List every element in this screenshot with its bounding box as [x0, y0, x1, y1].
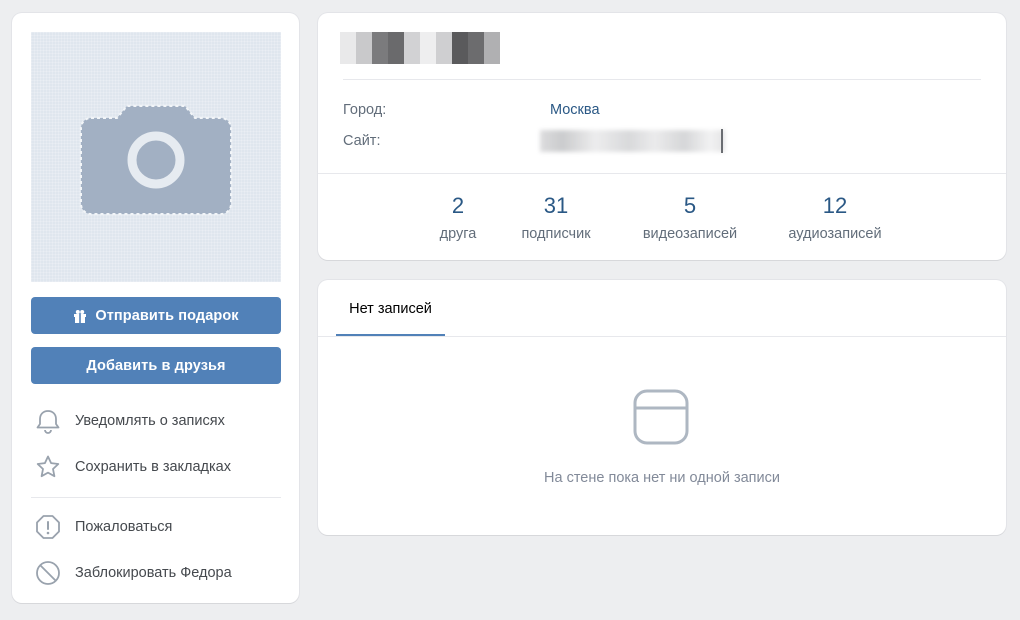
block-icon: [36, 561, 60, 585]
sidebar-divider: [31, 497, 281, 498]
report-action[interactable]: Пожаловаться: [31, 511, 281, 543]
avatar[interactable]: [31, 32, 281, 282]
videos-counter[interactable]: 5 видеозаписей: [628, 193, 752, 242]
profile-name-redacted: [340, 32, 500, 64]
friends-counter[interactable]: 2 друга: [428, 193, 488, 242]
followers-counter[interactable]: 31 подписчик: [509, 193, 603, 242]
star-icon: [36, 455, 60, 478]
alert-icon: [36, 515, 60, 539]
report-label: Пожаловаться: [75, 519, 173, 535]
block-user-action[interactable]: Заблокировать Федора: [31, 557, 281, 589]
profile-sidebar-card: Отправить подарок Добавить в друзья Увед…: [12, 13, 299, 603]
empty-wall-message: На стене пока нет ни одной записи: [544, 470, 780, 486]
text-cursor: [721, 129, 723, 153]
gift-icon: [74, 309, 87, 323]
followers-count: 31: [543, 193, 569, 218]
city-label: Город:: [343, 102, 387, 118]
wall-divider: [318, 336, 1006, 337]
site-label: Сайт:: [343, 133, 381, 149]
videos-caption: видеозаписей: [642, 226, 738, 242]
bell-icon: [36, 410, 60, 434]
tab-no-posts-label: Нет записей: [349, 300, 432, 317]
followers-caption: подписчик: [521, 226, 591, 242]
audios-counter[interactable]: 12 аудиозаписей: [776, 193, 894, 242]
profile-page: Отправить подарок Добавить в друзья Увед…: [0, 0, 1020, 620]
friends-caption: друга: [439, 226, 477, 242]
send-gift-button[interactable]: Отправить подарок: [31, 297, 281, 334]
tab-active-indicator: [336, 334, 445, 336]
site-link-redacted[interactable]: [540, 130, 725, 152]
notify-posts-label: Уведомлять о записях: [75, 413, 225, 429]
camera-placeholder-icon: [80, 105, 232, 215]
send-gift-label: Отправить подарок: [95, 307, 239, 324]
add-friend-button[interactable]: Добавить в друзья: [31, 347, 281, 384]
friends-count: 2: [451, 193, 465, 218]
audios-count: 12: [822, 193, 848, 218]
add-friend-label: Добавить в друзья: [86, 357, 226, 374]
save-bookmarks-action[interactable]: Сохранить в закладках: [31, 451, 281, 483]
videos-count: 5: [683, 193, 697, 218]
city-value[interactable]: Москва: [550, 102, 600, 118]
wall-card: Нет записей На стене пока нет ни одной з…: [318, 280, 1006, 535]
profile-divider-middle: [318, 173, 1006, 174]
notify-posts-action[interactable]: Уведомлять о записях: [31, 405, 281, 437]
empty-wall-icon: [633, 389, 689, 445]
save-bookmarks-label: Сохранить в закладках: [75, 459, 231, 475]
tab-no-posts[interactable]: Нет записей: [336, 280, 445, 337]
block-user-label: Заблокировать Федора: [75, 565, 232, 581]
profile-info-card: Город: Москва Сайт: 2 друга 31 подписчик…: [318, 13, 1006, 260]
profile-divider-top: [343, 79, 981, 80]
audios-caption: аудиозаписей: [788, 226, 882, 242]
